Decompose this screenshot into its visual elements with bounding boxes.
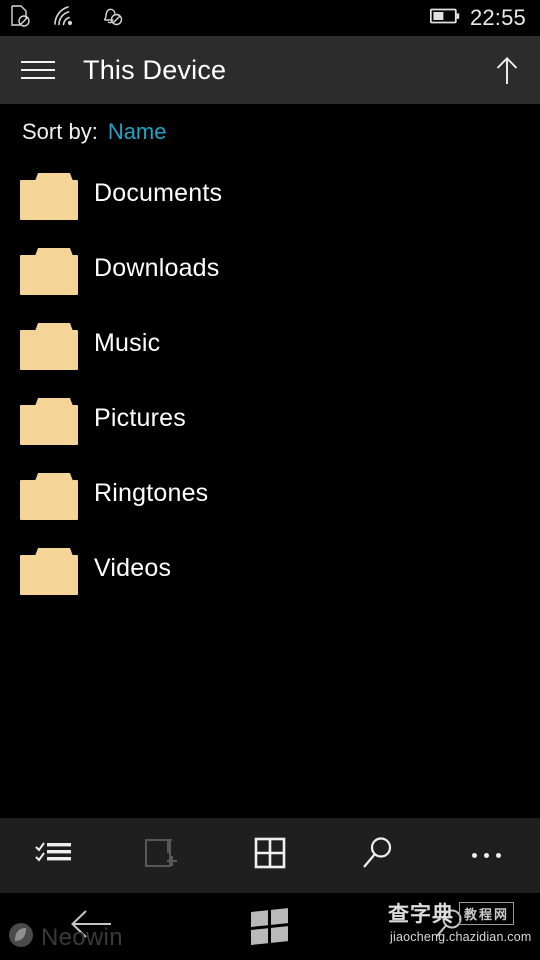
- status-bar: 22:55: [0, 0, 540, 36]
- new-folder-button[interactable]: [108, 818, 216, 893]
- more-button[interactable]: [432, 818, 540, 893]
- back-button[interactable]: [0, 893, 180, 960]
- list-item[interactable]: Downloads: [0, 235, 540, 310]
- hamburger-menu-icon[interactable]: [21, 57, 55, 83]
- folder-icon: [20, 248, 78, 295]
- search-icon: [360, 835, 396, 876]
- page-title: This Device: [83, 55, 227, 85]
- grid-view-icon: [254, 837, 286, 874]
- list-item-label: Downloads: [94, 254, 220, 282]
- list-item-label: Documents: [94, 179, 223, 207]
- list-item[interactable]: Videos: [0, 535, 540, 610]
- phone-screen: 22:55 This Device Sort by: Name Document…: [0, 0, 540, 960]
- app-bar: [0, 818, 540, 893]
- list-item[interactable]: Pictures: [0, 385, 540, 460]
- status-bar-clock: 22:55: [469, 5, 526, 30]
- status-bar-left-icons: [10, 0, 124, 36]
- sort-by-value[interactable]: Name: [108, 119, 167, 145]
- list-item-label: Videos: [94, 554, 172, 582]
- list-item-label: Music: [94, 329, 161, 357]
- start-button[interactable]: [180, 893, 360, 960]
- list-item[interactable]: Ringtones: [0, 460, 540, 535]
- wifi-icon: [52, 5, 78, 32]
- sort-by-label: Sort by:: [22, 119, 98, 144]
- search-button[interactable]: [324, 818, 432, 893]
- windows-icon: [251, 907, 289, 946]
- navigation-bar: [0, 893, 540, 960]
- list-item[interactable]: Documents: [0, 160, 540, 235]
- battery-half-icon: [429, 7, 460, 30]
- new-folder-icon: [144, 835, 180, 876]
- folder-icon: [20, 323, 78, 370]
- select-button[interactable]: [0, 818, 108, 893]
- list-item-label: Pictures: [94, 404, 186, 432]
- sort-row: Sort by: Name: [0, 104, 540, 160]
- search-icon: [433, 907, 467, 946]
- folder-icon: [20, 548, 78, 595]
- list-item-label: Ringtones: [94, 479, 209, 507]
- app-header-bar: This Device: [0, 36, 540, 104]
- status-bar-right-group: 22:55: [429, 0, 526, 36]
- list-item[interactable]: Music: [0, 310, 540, 385]
- select-icon: [35, 838, 73, 873]
- grid-view-button[interactable]: [216, 818, 324, 893]
- back-icon: [67, 909, 113, 944]
- notifications-off-icon: [100, 4, 124, 33]
- more-icon: [471, 853, 501, 858]
- sim-card-off-icon: [10, 4, 30, 33]
- folder-list: Documents Downloads Music Pictures Ringt: [0, 160, 540, 815]
- folder-icon: [20, 173, 78, 220]
- arrow-up-icon[interactable]: [490, 54, 524, 88]
- nav-search-button[interactable]: [360, 893, 540, 960]
- folder-icon: [20, 473, 78, 520]
- folder-icon: [20, 398, 78, 445]
